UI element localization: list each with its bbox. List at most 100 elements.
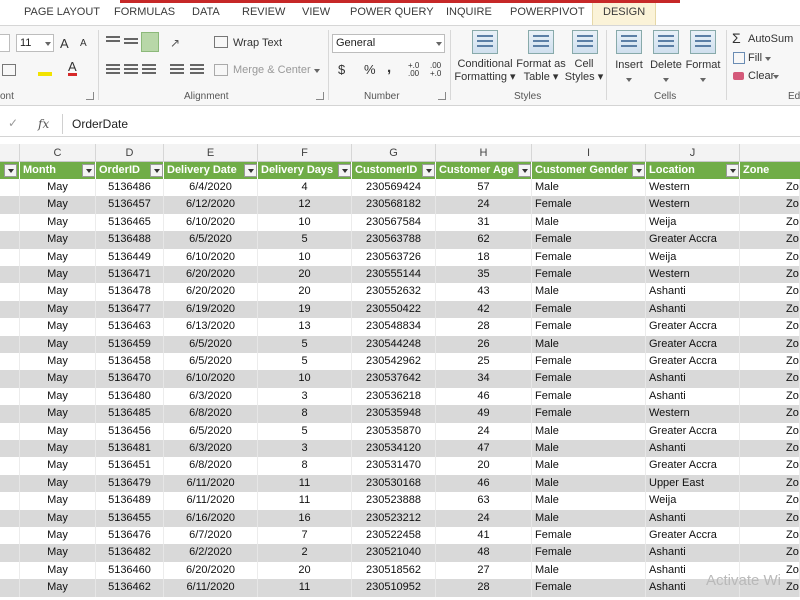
insert-function-button[interactable]: fx	[38, 117, 49, 131]
cell-delivery-date[interactable]: 6/11/2020	[164, 474, 258, 493]
column-header-g[interactable]: G	[352, 144, 436, 162]
align-right-icon[interactable]	[142, 64, 156, 76]
cell-delivery-days[interactable]: 19	[258, 300, 352, 319]
cell-month[interactable]: May	[20, 579, 96, 597]
cell-orderid[interactable]: 5136477	[96, 300, 164, 319]
cell-prev[interactable]	[0, 196, 20, 214]
cell-month[interactable]: May	[20, 335, 96, 353]
column-header-f[interactable]: F	[258, 144, 352, 162]
cell-month[interactable]: May	[20, 318, 96, 336]
cell-customer-age[interactable]: 35	[436, 266, 532, 284]
filter-dropdown-icon[interactable]	[518, 164, 531, 177]
cell-customer-gender[interactable]: Male	[532, 457, 646, 475]
column-header-i[interactable]: I	[532, 144, 646, 162]
cell-customerid[interactable]: 230535870	[352, 422, 436, 440]
cell-customer-gender[interactable]: Female	[532, 248, 646, 266]
cell-delivery-days[interactable]: 5	[258, 353, 352, 371]
column-header-c[interactable]: C	[20, 144, 96, 162]
cell-prev[interactable]	[0, 335, 20, 353]
cell-customer-age[interactable]: 49	[436, 405, 532, 423]
cell-customer-age[interactable]: 24	[436, 422, 532, 440]
cell-customer-age[interactable]: 46	[436, 387, 532, 406]
format-button[interactable]: Format	[682, 59, 724, 72]
cell-month[interactable]: May	[20, 213, 96, 232]
cell-zone[interactable]: Zo	[783, 579, 800, 597]
cell-prev[interactable]	[0, 527, 20, 545]
cell-delivery-date[interactable]: 6/12/2020	[164, 196, 258, 214]
cell-customerid[interactable]: 230548834	[352, 318, 436, 336]
cell-orderid[interactable]: 5136463	[96, 318, 164, 336]
cell-zone[interactable]: Zo	[783, 179, 800, 197]
cell-delivery-days[interactable]: 11	[258, 579, 352, 597]
cell-customer-gender[interactable]: Female	[532, 579, 646, 597]
cell-customer-gender[interactable]: Female	[532, 318, 646, 336]
cell-prev[interactable]	[0, 492, 20, 510]
cell-customerid[interactable]: 230531470	[352, 457, 436, 475]
cell-orderid[interactable]: 5136479	[96, 474, 164, 493]
cell-month[interactable]: May	[20, 196, 96, 214]
cell-zone[interactable]: Zo	[783, 492, 800, 510]
cell-customer-age[interactable]: 31	[436, 213, 532, 232]
cell-zone[interactable]: Zo	[783, 266, 800, 284]
cell-zone[interactable]: Zo	[783, 474, 800, 493]
cell-prev[interactable]	[0, 318, 20, 336]
borders-icon[interactable]	[2, 64, 16, 76]
cell-zone[interactable]: Zo	[783, 248, 800, 266]
cell-zone[interactable]: Zo	[783, 457, 800, 475]
cell-location[interactable]: Greater Accra	[646, 335, 740, 353]
cell-prev[interactable]	[0, 579, 20, 597]
cell-month[interactable]: May	[20, 370, 96, 388]
cell-styles-button[interactable]: Cell Styles ▾	[564, 58, 604, 84]
cell-customerid[interactable]: 230550422	[352, 300, 436, 319]
cell-delivery-date[interactable]: 6/10/2020	[164, 370, 258, 388]
decrease-decimal-button[interactable]: .00 +.0	[430, 62, 448, 78]
cell-prev[interactable]	[0, 231, 20, 249]
fill-button[interactable]: Fill	[748, 52, 762, 64]
cell-zone[interactable]: Zo	[783, 283, 800, 301]
cell-delivery-date[interactable]: 6/11/2020	[164, 492, 258, 510]
tab-formulas[interactable]: FORMULAS	[114, 6, 175, 18]
cell-delivery-date[interactable]: 6/7/2020	[164, 527, 258, 545]
cell-customerid[interactable]: 230534120	[352, 440, 436, 458]
cell-location[interactable]: Weija	[646, 213, 740, 232]
cell-delivery-date[interactable]: 6/5/2020	[164, 422, 258, 440]
cell-customer-age[interactable]: 63	[436, 492, 532, 510]
font-dialog-launcher-icon[interactable]	[86, 92, 94, 100]
cell-customer-age[interactable]: 24	[436, 196, 532, 214]
cell-delivery-days[interactable]: 10	[258, 248, 352, 266]
cell-delivery-date[interactable]: 6/20/2020	[164, 283, 258, 301]
cell-delivery-days[interactable]: 2	[258, 544, 352, 562]
filter-dropdown-icon[interactable]	[726, 164, 739, 177]
cell-delivery-days[interactable]: 11	[258, 492, 352, 510]
insert-button[interactable]: Insert	[610, 59, 648, 72]
cell-customerid[interactable]: 230537642	[352, 370, 436, 388]
cell-customerid[interactable]: 230522458	[352, 527, 436, 545]
cell-delivery-days[interactable]: 7	[258, 527, 352, 545]
cell-delivery-date[interactable]: 6/16/2020	[164, 509, 258, 527]
cell-zone[interactable]: Zo	[783, 213, 800, 232]
cell-customer-gender[interactable]: Male	[532, 492, 646, 510]
tab-data[interactable]: DATA	[192, 6, 220, 18]
cell-prev[interactable]	[0, 440, 20, 458]
cell-zone[interactable]: Zo	[783, 370, 800, 388]
currency-button[interactable]: $	[338, 62, 345, 77]
cell-customer-age[interactable]: 43	[436, 283, 532, 301]
cell-customer-age[interactable]: 24	[436, 509, 532, 527]
cell-month[interactable]: May	[20, 300, 96, 319]
cell-location[interactable]: Greater Accra	[646, 457, 740, 475]
cell-customer-gender[interactable]: Female	[532, 353, 646, 371]
cell-orderid[interactable]: 5136488	[96, 231, 164, 249]
align-middle-icon[interactable]	[124, 38, 138, 46]
cell-zone[interactable]: Zo	[783, 422, 800, 440]
cell-month[interactable]: May	[20, 457, 96, 475]
cell-delivery-date[interactable]: 6/5/2020	[164, 231, 258, 249]
cell-zone[interactable]: Zo	[783, 561, 800, 580]
cell-prev[interactable]	[0, 457, 20, 475]
cell-customer-gender[interactable]: Female	[532, 527, 646, 545]
cell-orderid[interactable]: 5136462	[96, 579, 164, 597]
cell-orderid[interactable]: 5136449	[96, 248, 164, 266]
cell-customerid[interactable]: 230555144	[352, 266, 436, 284]
autosum-button[interactable]: AutoSum	[748, 33, 793, 45]
cell-location[interactable]: Western	[646, 196, 740, 214]
cell-customer-gender[interactable]: Female	[532, 300, 646, 319]
